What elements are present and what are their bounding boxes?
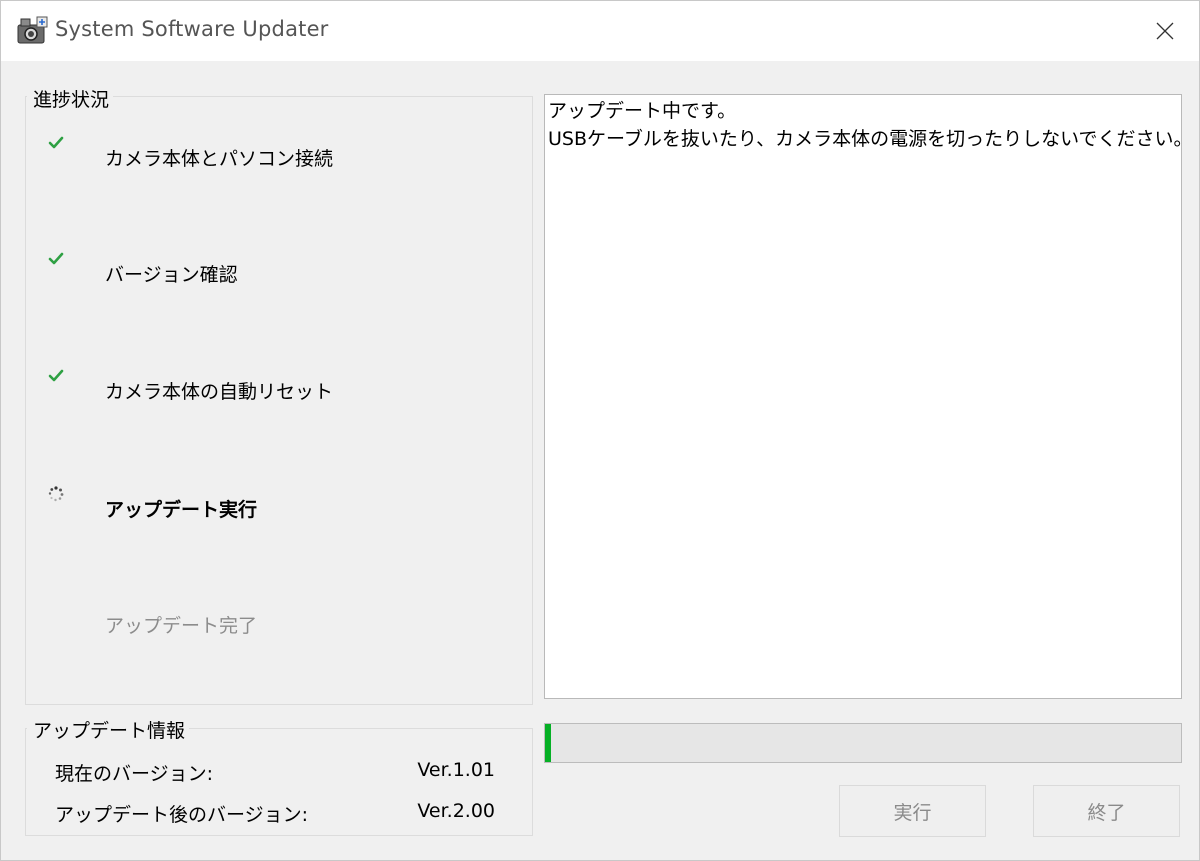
step-update-execution: アップデート実行 <box>47 485 517 525</box>
step-label: カメラ本体とパソコン接続 <box>105 148 334 170</box>
current-version-value: Ver.1.01 <box>417 759 495 781</box>
current-version-row: 現在のバージョン: Ver.1.01 <box>55 759 501 787</box>
title-bar[interactable]: System Software Updater <box>1 1 1199 61</box>
after-version-row: アップデート後のバージョン: Ver.2.00 <box>55 800 501 828</box>
updater-window: System Software Updater 進捗状況 カメラ本体とパソコン接… <box>0 0 1200 861</box>
step-update-complete: アップデート完了 <box>47 601 517 641</box>
check-icon <box>48 136 64 149</box>
message-line-1: アップデート中です。 <box>548 100 737 122</box>
current-version-label: 現在のバージョン: <box>55 763 214 785</box>
step-version-check: バージョン確認 <box>47 250 517 290</box>
close-button[interactable] <box>1139 9 1191 53</box>
camera-updater-app-icon <box>17 16 48 44</box>
progress-status-legend: 進捗状況 <box>27 85 114 112</box>
message-line-2: USBケーブルを抜いたり、カメラ本体の電源を切ったりしないでください。 <box>548 128 1193 150</box>
progress-bar-fill <box>545 724 552 762</box>
after-version-label: アップデート後のバージョン: <box>55 804 309 826</box>
status-message-box[interactable]: アップデート中です。 USBケーブルを抜いたり、カメラ本体の電源を切ったりしない… <box>544 94 1193 699</box>
step-label: アップデート実行 <box>105 499 258 521</box>
spinner-icon <box>48 486 64 502</box>
step-camera-auto-reset: カメラ本体の自動リセット <box>47 367 517 407</box>
exit-button[interactable]: 終了 <box>1033 785 1180 837</box>
step-label: アップデート完了 <box>105 615 258 637</box>
step-label: カメラ本体の自動リセット <box>105 381 334 403</box>
update-progress-bar <box>544 723 1182 763</box>
after-version-value: Ver.2.00 <box>417 800 495 822</box>
check-icon <box>48 252 64 265</box>
run-button[interactable]: 実行 <box>839 785 986 837</box>
step-camera-pc-connection: カメラ本体とパソコン接続 <box>47 134 517 174</box>
window-title: System Software Updater <box>55 17 329 41</box>
step-label: バージョン確認 <box>105 264 238 286</box>
check-icon <box>48 369 64 382</box>
close-icon <box>1156 22 1174 40</box>
update-info-legend: アップデート情報 <box>27 716 190 743</box>
